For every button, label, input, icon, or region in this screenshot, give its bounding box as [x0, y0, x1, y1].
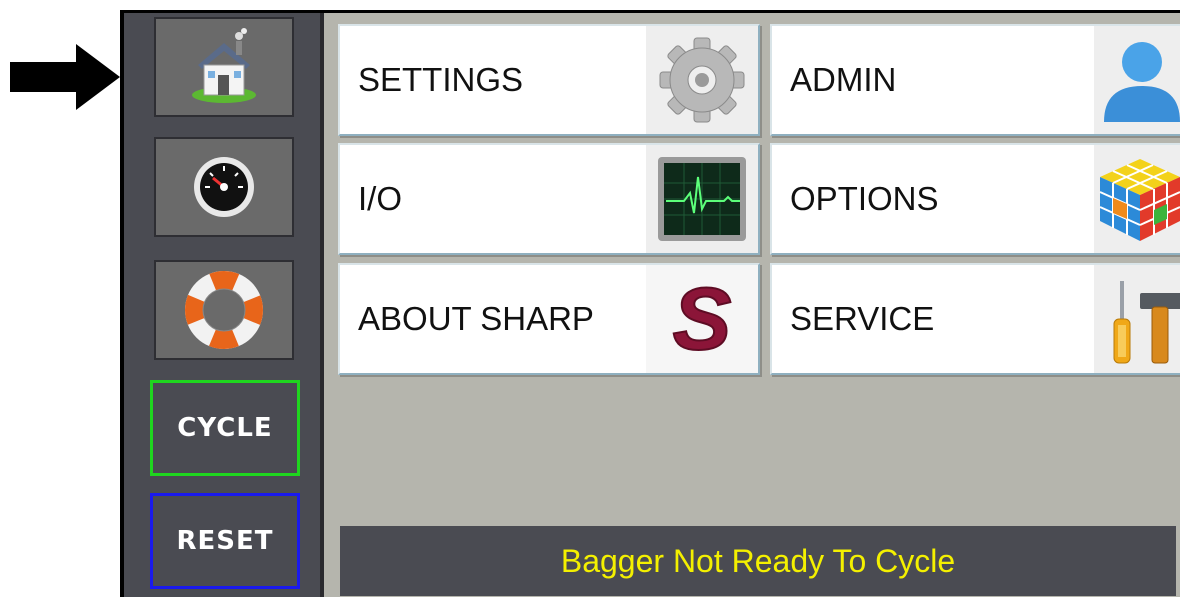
- pointer-arrow-icon: [10, 44, 120, 110]
- sharp-logo-icon: S: [646, 265, 758, 373]
- home-button[interactable]: [154, 17, 294, 117]
- sidebar-divider: [320, 13, 324, 597]
- settings-tile[interactable]: SETTINGS: [338, 24, 760, 136]
- sidebar: CYCLE RESET: [124, 13, 320, 597]
- service-label: SERVICE: [790, 300, 935, 337]
- about-sharp-label: ABOUT SHARP: [358, 300, 594, 337]
- io-label: I/O: [358, 180, 403, 217]
- status-bar: Bagger Not Ready To Cycle: [340, 526, 1176, 596]
- tools-icon: [1094, 265, 1180, 373]
- admin-label: ADMIN: [790, 61, 897, 98]
- options-tile[interactable]: OPTIONS: [770, 143, 1180, 255]
- help-button[interactable]: [154, 260, 294, 360]
- about-sharp-tile[interactable]: ABOUT SHARP S: [338, 263, 760, 375]
- settings-label: SETTINGS: [358, 61, 524, 98]
- cycle-button[interactable]: CYCLE: [150, 380, 300, 476]
- service-tile[interactable]: SERVICE: [770, 263, 1180, 375]
- hmi-screen: CYCLE RESET SETTINGS ADMIN I/O OPTIONS A…: [120, 10, 1180, 597]
- sharp-logo-letter: S: [673, 271, 732, 367]
- options-label: OPTIONS: [790, 180, 939, 217]
- home-icon: [192, 28, 256, 103]
- gauge-icon: [194, 157, 254, 217]
- cube-icon: [1094, 145, 1180, 253]
- admin-tile[interactable]: ADMIN: [770, 24, 1180, 136]
- gear-icon: [646, 26, 758, 134]
- io-tile[interactable]: I/O: [338, 143, 760, 255]
- lifebuoy-icon: [185, 271, 263, 349]
- monitor-icon: [646, 145, 758, 253]
- user-icon: [1094, 26, 1180, 134]
- status-message: Bagger Not Ready To Cycle: [560, 542, 956, 579]
- reset-button[interactable]: RESET: [150, 493, 300, 589]
- dashboard-button[interactable]: [154, 137, 294, 237]
